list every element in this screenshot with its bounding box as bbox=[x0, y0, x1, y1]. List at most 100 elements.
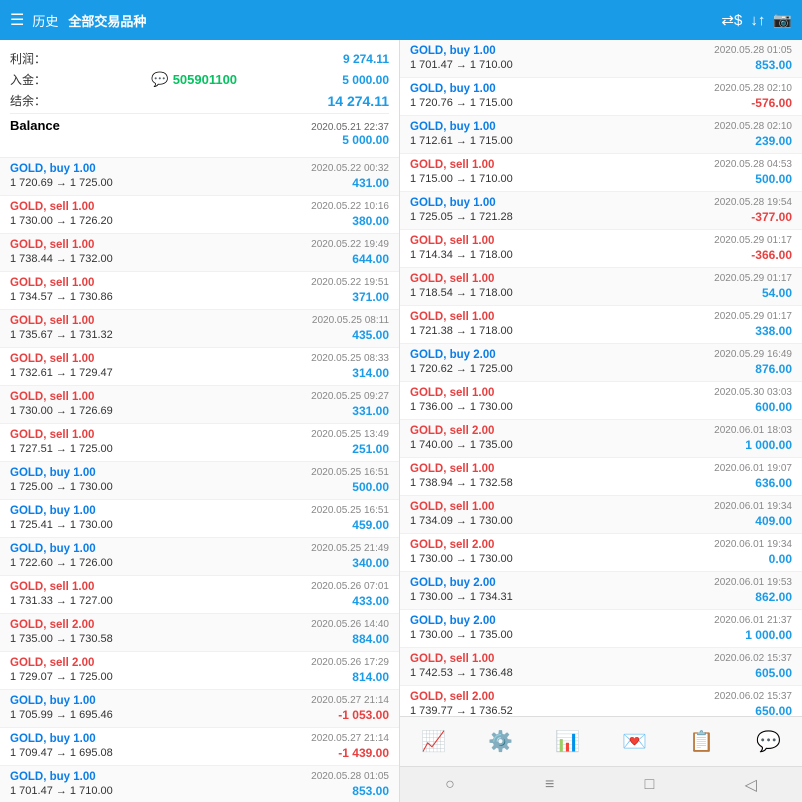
trade-date: 2020.05.28 01:05 bbox=[311, 771, 389, 782]
menu-bottom-icon[interactable]: ≡ bbox=[545, 776, 554, 794]
trade-prices: 1 705.99 → 1 695.46 bbox=[10, 709, 113, 721]
trade-date: 2020.05.22 00:32 bbox=[311, 163, 389, 174]
trade-name: GOLD, sell 1.00 bbox=[410, 387, 513, 399]
right-trade-item[interactable]: GOLD, buy 2.00 1 730.00 → 1 734.31 2020.… bbox=[400, 572, 802, 610]
left-trade-item[interactable]: GOLD, buy 1.00 1 701.47 → 1 710.00 2020.… bbox=[0, 766, 399, 802]
right-trade-item[interactable]: GOLD, sell 1.00 1 734.09 → 1 730.00 2020… bbox=[400, 496, 802, 534]
left-trade-item[interactable]: GOLD, sell 1.00 1 727.51 → 1 725.00 2020… bbox=[0, 424, 399, 462]
trade-date: 2020.05.22 10:16 bbox=[311, 201, 389, 212]
trade-prices: 1 730.00 → 1 730.00 bbox=[410, 553, 513, 565]
trade-right: 2020.05.29 01:17 338.00 bbox=[714, 311, 792, 338]
left-trade-item[interactable]: GOLD, buy 1.00 1 722.60 → 1 726.00 2020.… bbox=[0, 538, 399, 576]
trade-profit: 380.00 bbox=[352, 214, 389, 228]
trade-date: 2020.05.27 21:14 bbox=[311, 733, 389, 744]
nav-settings-icon[interactable]: ⚙️ bbox=[488, 729, 513, 754]
camera-icon[interactable]: 📷 bbox=[773, 11, 792, 29]
trade-left: GOLD, buy 1.00 1 725.00 → 1 730.00 bbox=[10, 467, 113, 493]
wechat-icon: 💬 bbox=[151, 71, 168, 88]
left-trade-item[interactable]: GOLD, buy 1.00 1 709.47 → 1 695.08 2020.… bbox=[0, 728, 399, 766]
trade-name: GOLD, sell 1.00 bbox=[10, 581, 113, 593]
trade-left: GOLD, buy 1.00 1 720.76 → 1 715.00 bbox=[410, 83, 513, 109]
trade-right: 2020.05.25 08:33 314.00 bbox=[311, 353, 389, 380]
deposit-value: 5 000.00 bbox=[342, 73, 389, 87]
right-trade-item[interactable]: GOLD, buy 2.00 1 720.62 → 1 725.00 2020.… bbox=[400, 344, 802, 382]
sort-icon[interactable]: ↓↑ bbox=[750, 12, 765, 29]
left-trade-item[interactable]: GOLD, sell 1.00 1 738.44 → 1 732.00 2020… bbox=[0, 234, 399, 272]
left-trade-item[interactable]: GOLD, buy 1.00 1 705.99 → 1 695.46 2020.… bbox=[0, 690, 399, 728]
right-trade-item[interactable]: GOLD, sell 1.00 1 714.34 → 1 718.00 2020… bbox=[400, 230, 802, 268]
nav-news-icon[interactable]: 📋 bbox=[689, 729, 714, 754]
trade-prices: 1 740.00 → 1 735.00 bbox=[410, 439, 513, 451]
right-trade-item[interactable]: GOLD, sell 2.00 1 730.00 → 1 730.00 2020… bbox=[400, 534, 802, 572]
right-trade-item[interactable]: GOLD, sell 2.00 1 740.00 → 1 735.00 2020… bbox=[400, 420, 802, 458]
home-icon[interactable]: ○ bbox=[445, 776, 455, 794]
trade-right: 2020.05.28 01:05 853.00 bbox=[714, 45, 792, 72]
left-trade-item[interactable]: GOLD, sell 1.00 1 735.67 → 1 731.32 2020… bbox=[0, 310, 399, 348]
trade-left: GOLD, sell 1.00 1 736.00 → 1 730.00 bbox=[410, 387, 513, 413]
trade-date: 2020.05.22 19:51 bbox=[311, 277, 389, 288]
trade-name: GOLD, buy 1.00 bbox=[10, 771, 113, 783]
trade-prices: 1 738.44 → 1 732.00 bbox=[10, 253, 113, 265]
nav-trend-icon[interactable]: 📊 bbox=[555, 729, 580, 754]
left-trade-item[interactable]: GOLD, sell 2.00 1 729.07 → 1 725.00 2020… bbox=[0, 652, 399, 690]
trade-date: 2020.05.28 02:10 bbox=[714, 83, 792, 94]
left-trade-item[interactable]: GOLD, sell 1.00 1 731.33 → 1 727.00 2020… bbox=[0, 576, 399, 614]
right-trade-item[interactable]: GOLD, sell 1.00 1 715.00 → 1 710.00 2020… bbox=[400, 154, 802, 192]
trade-profit: 600.00 bbox=[755, 400, 792, 414]
trade-date: 2020.05.25 08:11 bbox=[312, 315, 389, 326]
history-label: 历史 bbox=[32, 11, 58, 30]
right-trade-item[interactable]: GOLD, sell 1.00 1 721.38 → 1 718.00 2020… bbox=[400, 306, 802, 344]
trade-prices: 1 736.00 → 1 730.00 bbox=[410, 401, 513, 413]
trade-profit: 371.00 bbox=[352, 290, 389, 304]
right-trade-item[interactable]: GOLD, buy 1.00 1 701.47 → 1 710.00 2020.… bbox=[400, 40, 802, 78]
nav-chart-icon[interactable]: 📈 bbox=[421, 729, 446, 754]
left-trade-item[interactable]: GOLD, buy 1.00 1 725.41 → 1 730.00 2020.… bbox=[0, 500, 399, 538]
trade-left: GOLD, sell 1.00 1 738.94 → 1 732.58 bbox=[410, 463, 513, 489]
left-trade-item[interactable]: GOLD, sell 1.00 1 730.00 → 1 726.69 2020… bbox=[0, 386, 399, 424]
trade-left: GOLD, sell 1.00 1 732.61 → 1 729.47 bbox=[10, 353, 113, 379]
trade-profit: 862.00 bbox=[755, 590, 792, 604]
trade-profit: 644.00 bbox=[352, 252, 389, 266]
right-trade-item[interactable]: GOLD, buy 1.00 1 720.76 → 1 715.00 2020.… bbox=[400, 78, 802, 116]
right-trade-item[interactable]: GOLD, buy 1.00 1 725.05 → 1 721.28 2020.… bbox=[400, 192, 802, 230]
trade-name: GOLD, sell 2.00 bbox=[10, 657, 113, 669]
right-trade-item[interactable]: GOLD, sell 1.00 1 736.00 → 1 730.00 2020… bbox=[400, 382, 802, 420]
right-trade-item[interactable]: GOLD, buy 1.00 1 712.61 → 1 715.00 2020.… bbox=[400, 116, 802, 154]
trade-name: GOLD, sell 1.00 bbox=[10, 277, 113, 289]
trade-name: GOLD, buy 1.00 bbox=[10, 467, 113, 479]
nav-chat-icon[interactable]: 💬 bbox=[756, 729, 781, 754]
right-panel: GOLD, buy 1.00 1 701.47 → 1 710.00 2020.… bbox=[400, 40, 802, 802]
trade-left: GOLD, buy 2.00 1 730.00 → 1 734.31 bbox=[410, 577, 513, 603]
left-trade-item[interactable]: GOLD, buy 1.00 1 725.00 → 1 730.00 2020.… bbox=[0, 462, 399, 500]
trade-name: GOLD, buy 2.00 bbox=[410, 577, 513, 589]
right-trade-item[interactable]: GOLD, sell 1.00 1 742.53 → 1 736.48 2020… bbox=[400, 648, 802, 686]
back-icon[interactable]: ◁ bbox=[745, 775, 757, 795]
trade-right: 2020.05.28 02:10 -576.00 bbox=[714, 83, 792, 110]
menu-icon[interactable]: ☰ bbox=[10, 10, 24, 30]
left-trade-item[interactable]: GOLD, sell 1.00 1 732.61 → 1 729.47 2020… bbox=[0, 348, 399, 386]
trade-profit: 409.00 bbox=[755, 514, 792, 528]
right-trade-item[interactable]: GOLD, buy 2.00 1 730.00 → 1 735.00 2020.… bbox=[400, 610, 802, 648]
nav-inbox-icon[interactable]: 💌 bbox=[622, 729, 647, 754]
right-trade-item[interactable]: GOLD, sell 1.00 1 718.54 → 1 718.00 2020… bbox=[400, 268, 802, 306]
right-trade-item[interactable]: GOLD, sell 1.00 1 738.94 → 1 732.58 2020… bbox=[400, 458, 802, 496]
left-trade-item[interactable]: GOLD, sell 2.00 1 735.00 → 1 730.58 2020… bbox=[0, 614, 399, 652]
left-trade-item[interactable]: GOLD, sell 1.00 1 730.00 → 1 726.20 2020… bbox=[0, 196, 399, 234]
trade-prices: 1 730.00 → 1 726.20 bbox=[10, 215, 113, 227]
trade-prices: 1 701.47 → 1 710.00 bbox=[10, 785, 113, 797]
trade-name: GOLD, sell 1.00 bbox=[410, 235, 513, 247]
trade-prices: 1 714.34 → 1 718.00 bbox=[410, 249, 513, 261]
right-trade-item[interactable]: GOLD, sell 2.00 1 739.77 → 1 736.52 2020… bbox=[400, 686, 802, 716]
trade-left: GOLD, sell 1.00 1 721.38 → 1 718.00 bbox=[410, 311, 513, 337]
trade-date: 2020.05.29 16:49 bbox=[714, 349, 792, 360]
square-icon[interactable]: □ bbox=[645, 776, 655, 794]
trade-date: 2020.05.26 17:29 bbox=[311, 657, 389, 668]
main-body: 利润： 9 274.11 入金： 💬 505901100 5 000.00 结余… bbox=[0, 40, 802, 802]
left-trade-item[interactable]: GOLD, buy 1.00 1 720.69 → 1 725.00 2020.… bbox=[0, 158, 399, 196]
trade-right: 2020.05.27 21:14 -1 053.00 bbox=[311, 695, 389, 722]
trade-left: GOLD, sell 1.00 1 727.51 → 1 725.00 bbox=[10, 429, 113, 455]
trade-right: 2020.06.01 19:34 0.00 bbox=[714, 539, 792, 566]
right-trade-list: GOLD, buy 1.00 1 701.47 → 1 710.00 2020.… bbox=[400, 40, 802, 716]
left-trade-item[interactable]: GOLD, sell 1.00 1 734.57 → 1 730.86 2020… bbox=[0, 272, 399, 310]
transfer-icon[interactable]: ⇄$ bbox=[721, 11, 742, 29]
